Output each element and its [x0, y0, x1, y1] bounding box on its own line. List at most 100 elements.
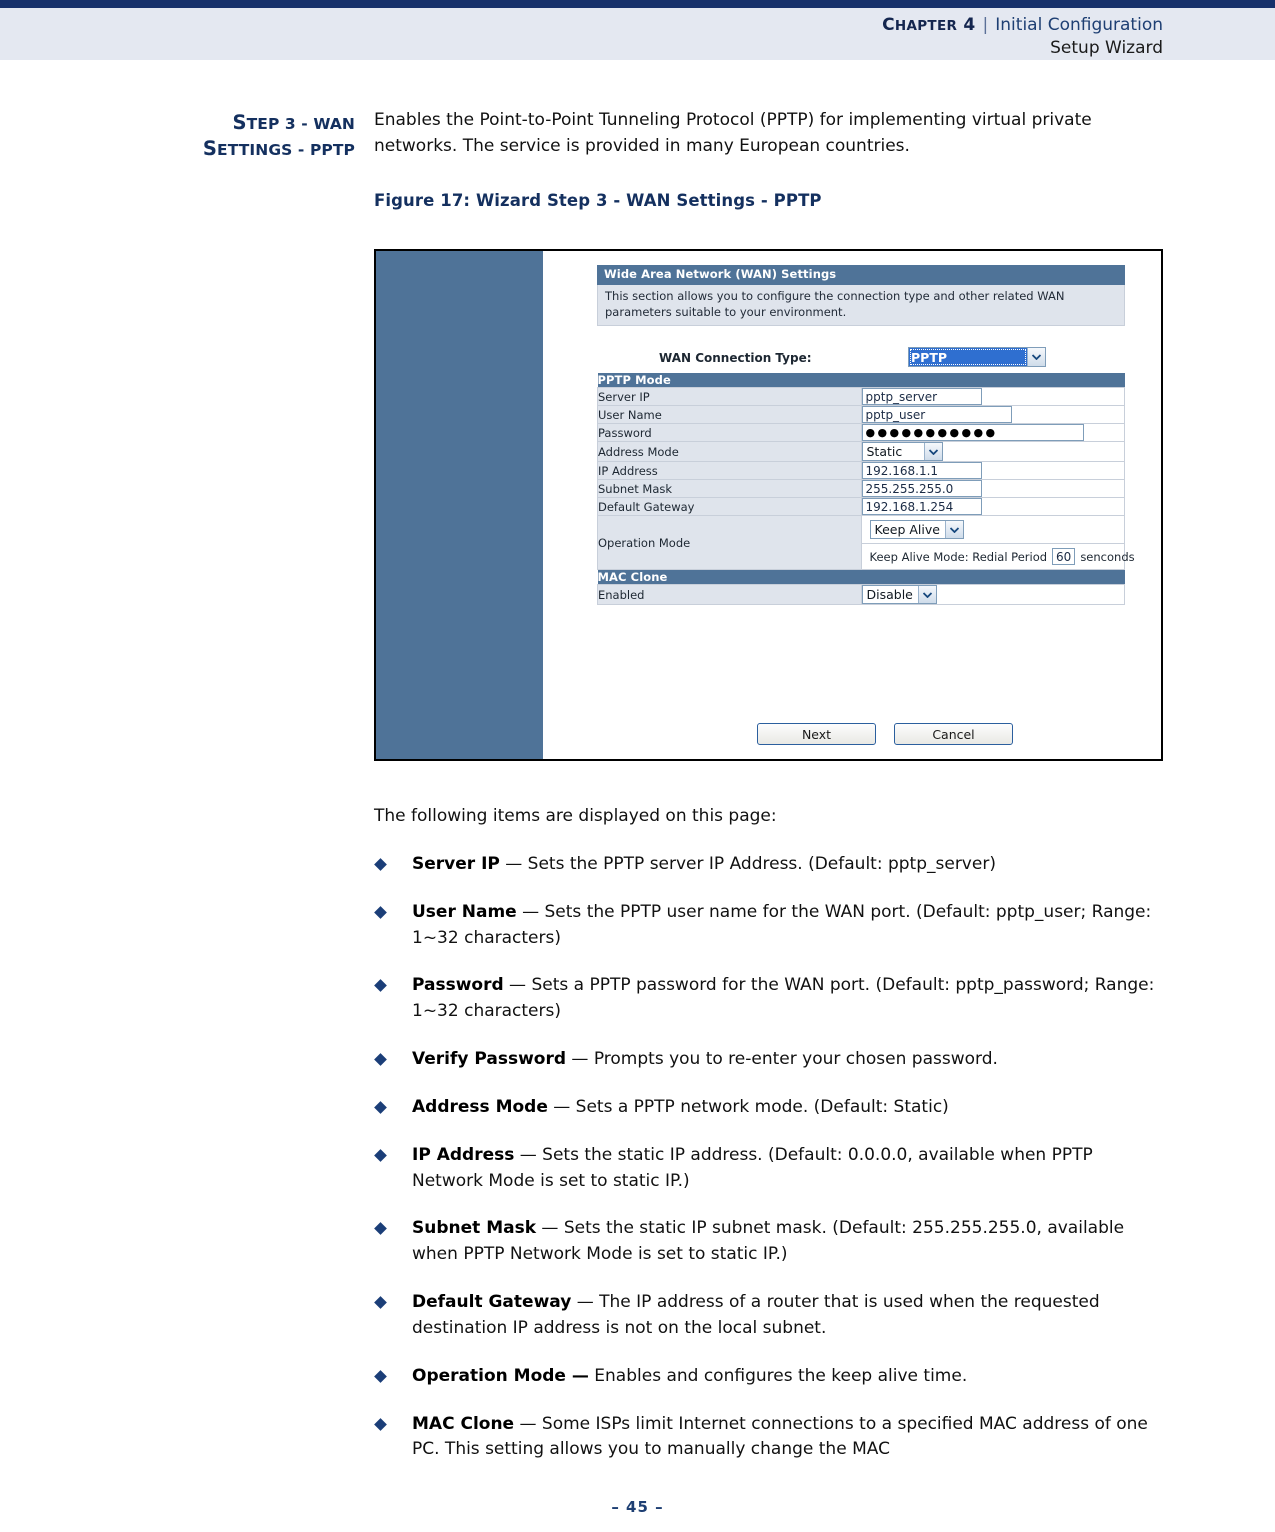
step-heading: STEP 3 - WAN SETTINGS - PPTP	[60, 110, 355, 161]
pptp-mode-section-header: PPTP Mode	[597, 373, 1125, 388]
diamond-bullet-icon	[374, 1053, 387, 1067]
chevron-down-icon	[1027, 348, 1045, 366]
default-gateway-label: Default Gateway	[597, 497, 862, 516]
server-ip-input[interactable]: pptp_server	[861, 388, 982, 405]
operation-mode-cell: Keep Alive Keep Alive Mode: Redial Perio…	[860, 515, 1135, 570]
list-item-text: Sets the PPTP server IP Address. (Defaul…	[527, 854, 996, 874]
intro-paragraph: Enables the Point-to-Point Tunneling Pro…	[374, 110, 1092, 156]
operation-mode-value: Keep Alive	[874, 522, 940, 537]
list-item: Subnet Mask — Sets the static IP subnet …	[374, 1216, 1166, 1268]
wizard-button-row: Next Cancel	[597, 723, 1125, 745]
list-item-dash: —	[516, 901, 545, 922]
operation-mode-label: Operation Mode	[597, 515, 862, 570]
list-item: Server IP — Sets the PPTP server IP Addr…	[374, 852, 1166, 878]
table-row: Password ●●●●●●●●●●●	[597, 423, 1125, 442]
list-item: IP Address — Sets the static IP address.…	[374, 1143, 1166, 1195]
keep-alive-redial-input[interactable]: 60	[1052, 548, 1076, 565]
page-top-rule	[0, 0, 1275, 8]
subnet-mask-cell: 255.255.255.0	[860, 479, 1125, 498]
list-item-dash: —	[566, 1049, 594, 1070]
items-bullet-list: Server IP — Sets the PPTP server IP Addr…	[374, 852, 1166, 1485]
list-item-text: Prompts you to re-enter your chosen pass…	[593, 1049, 998, 1070]
list-item: Password — Sets a PPTP password for the …	[374, 973, 1166, 1025]
subnet-mask-label: Subnet Mask	[597, 479, 862, 498]
operation-mode-select-wrap: Keep Alive	[862, 516, 1125, 543]
chevron-down-icon	[917, 586, 936, 603]
diamond-bullet-icon	[374, 1417, 387, 1431]
keep-alive-redial-label: Keep Alive Mode: Redial Period	[869, 549, 1048, 564]
password-input[interactable]: ●●●●●●●●●●●	[861, 424, 1084, 441]
header-subsection-title: Setup Wizard	[1050, 38, 1163, 59]
default-gateway-input[interactable]: 192.168.1.254	[861, 498, 982, 515]
list-item-term: Default Gateway	[412, 1292, 572, 1313]
ip-address-input[interactable]: 192.168.1.1	[861, 462, 982, 479]
list-item-term: Password	[412, 975, 504, 996]
mac-clone-enabled-select[interactable]: Disable	[861, 585, 937, 604]
list-item-term: MAC Clone	[412, 1413, 515, 1434]
user-name-label: User Name	[597, 405, 862, 424]
cancel-button[interactable]: Cancel	[894, 723, 1013, 745]
step-heading-line-2: SETTINGS - PPTP	[202, 136, 355, 160]
list-item: Default Gateway — The IP address of a ro…	[374, 1290, 1166, 1342]
page-header: CHAPTER 4 | Initial Configuration Setup Wi…	[0, 8, 1275, 60]
step-heading-line-1: STEP 3 - WAN	[232, 111, 355, 134]
wan-settings-description: This section allows you to configure the…	[597, 285, 1125, 327]
list-item-dash: —	[499, 854, 528, 874]
list-item-dash: —	[536, 1218, 564, 1239]
operation-mode-select[interactable]: Keep Alive	[869, 520, 964, 539]
list-item-term: Verify Password	[412, 1049, 567, 1070]
keep-alive-redial-row: Keep Alive Mode: Redial Period 60 sencon…	[861, 543, 1135, 569]
list-item-dash: —	[503, 975, 532, 996]
pptp-mode-section-title: PPTP Mode	[597, 373, 1125, 388]
wan-connection-type-select[interactable]: PPTP	[908, 347, 1046, 367]
list-item: Operation Mode — Enables and configures …	[374, 1364, 1166, 1390]
address-mode-cell: Static	[860, 441, 1125, 462]
table-row: Operation Mode Keep Alive Keep Alive Mod…	[597, 515, 1135, 570]
server-ip-label: Server IP	[597, 387, 862, 406]
ip-address-cell: 192.168.1.1	[860, 461, 1125, 480]
address-mode-select[interactable]: Static	[861, 442, 943, 461]
wan-connection-type-row: WAN Connection Type: PPTP	[597, 347, 1125, 373]
wan-settings-section-title: Wide Area Network (WAN) Settings	[597, 265, 1125, 286]
list-item-dash: —	[514, 1413, 542, 1434]
table-row: Enabled Disable	[597, 584, 1125, 605]
password-label: Password	[597, 423, 862, 442]
list-item-term: Subnet Mask	[412, 1218, 537, 1239]
table-row: User Name pptp_user	[597, 405, 1125, 424]
diamond-bullet-icon	[374, 979, 387, 993]
address-mode-label: Address Mode	[597, 441, 862, 462]
header-section-title: Initial Configuration	[995, 15, 1163, 35]
subnet-mask-input[interactable]: 255.255.255.0	[861, 480, 982, 497]
list-item: Address Mode — Sets a PPTP network mode.…	[374, 1095, 1166, 1121]
chevron-down-icon	[923, 443, 942, 460]
mac-clone-enabled-value: Disable	[866, 587, 913, 602]
list-item-term: Operation Mode —	[412, 1365, 589, 1386]
body-column: Enables the Point-to-Point Tunneling Pro…	[374, 108, 1164, 210]
list-item-term: Address Mode	[412, 1096, 548, 1117]
list-item: Verify Password — Prompts you to re-ente…	[374, 1047, 1166, 1073]
header-chapter-line: CHAPTER 4 | Initial Configuration	[882, 14, 1163, 37]
list-item-term: Server IP	[412, 854, 500, 874]
diamond-bullet-icon	[374, 1369, 387, 1383]
user-name-input[interactable]: pptp_user	[861, 406, 1012, 423]
next-button[interactable]: Next	[757, 723, 876, 745]
password-cell: ●●●●●●●●●●●	[860, 423, 1125, 442]
table-row: IP Address 192.168.1.1	[597, 461, 1125, 480]
table-row: Address Mode Static	[597, 441, 1125, 462]
address-mode-value: Static	[866, 444, 903, 459]
mac-clone-enabled-cell: Disable	[860, 584, 1125, 605]
list-item-term: IP Address	[412, 1144, 515, 1165]
mac-clone-section-title: MAC Clone	[597, 569, 1125, 585]
list-item-dash: —	[571, 1292, 600, 1313]
diamond-bullet-icon	[374, 1148, 387, 1162]
diamond-bullet-icon	[374, 1296, 387, 1309]
diamond-bullet-icon	[374, 1101, 387, 1114]
chevron-down-icon	[944, 521, 963, 538]
user-name-cell: pptp_user	[860, 405, 1125, 424]
list-item-dash: —	[547, 1096, 576, 1117]
router-ui-sidebar	[376, 251, 543, 759]
default-gateway-cell: 192.168.1.254	[860, 497, 1125, 516]
table-row: Subnet Mask 255.255.255.0	[597, 479, 1125, 498]
header-separator: |	[982, 15, 989, 35]
diamond-bullet-icon	[374, 905, 387, 919]
